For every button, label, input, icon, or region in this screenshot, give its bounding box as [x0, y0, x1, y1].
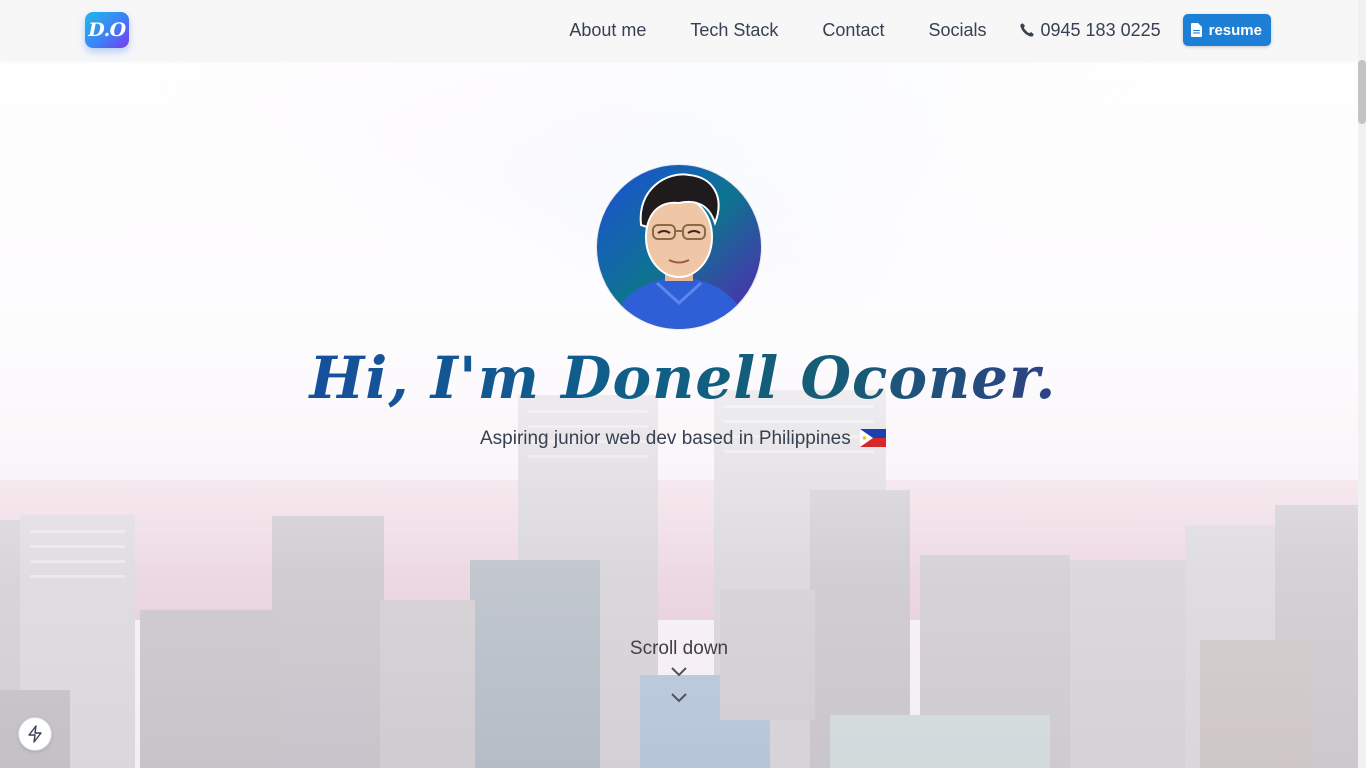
resume-label: resume: [1208, 21, 1262, 39]
resume-button[interactable]: resume: [1182, 14, 1271, 46]
top-navbar: D.O About me Tech Stack Contact Socials …: [0, 0, 1366, 60]
logo[interactable]: D.O: [85, 12, 129, 48]
hero-title: Hi, I'm Donell Oconer.: [0, 338, 1366, 418]
nav-socials[interactable]: Socials: [928, 20, 986, 41]
chevron-down-icon[interactable]: [669, 692, 689, 704]
phone-link[interactable]: 0945 183 0225: [1019, 20, 1161, 41]
page-scrollbar[interactable]: [1358, 0, 1366, 768]
lightning-icon: [28, 725, 42, 743]
hero-subtitle-text: Aspiring junior web dev based in Philipp…: [479, 428, 851, 449]
philippines-flag-icon: [860, 429, 886, 447]
nav-tech-stack[interactable]: Tech Stack: [690, 20, 778, 41]
phone-number: 0945 183 0225: [1040, 19, 1161, 40]
nav-about-me[interactable]: About me: [569, 20, 646, 41]
lightning-button[interactable]: [18, 717, 52, 751]
chevron-down-icon[interactable]: [669, 666, 689, 678]
nav-links: About me Tech Stack Contact Socials 0945…: [569, 0, 1271, 60]
nav-contact[interactable]: Contact: [822, 20, 884, 41]
phone-icon: [1019, 23, 1034, 37]
scroll-down-label[interactable]: Scroll down: [600, 638, 758, 660]
profile-photo: [611, 173, 747, 329]
avatar: [596, 164, 762, 330]
document-icon: [1190, 23, 1202, 37]
scrollbar-thumb[interactable]: [1358, 60, 1366, 124]
hero-subtitle: Aspiring junior web dev based in Philipp…: [0, 426, 1366, 452]
